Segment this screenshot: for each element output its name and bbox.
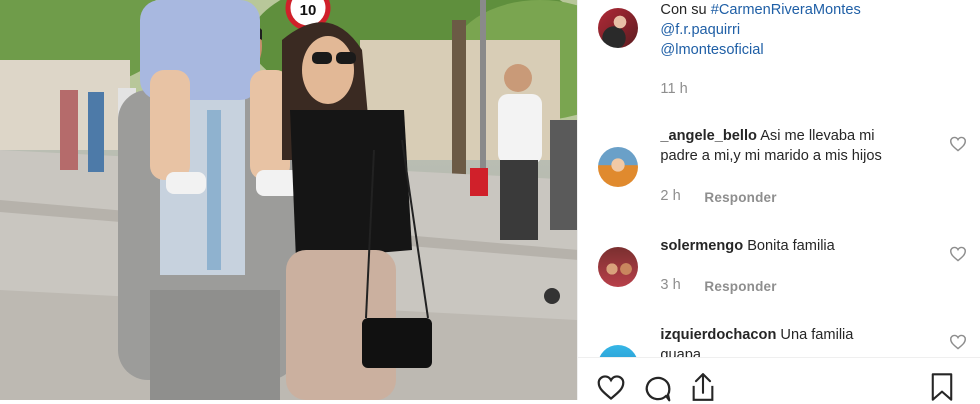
action-bar [578,357,980,403]
caption-text: Con su [660,2,711,18]
comment-text-line2: padre a mi,y mi marido a mis hijos [660,148,882,164]
post-caption: Con su #CarmenRiveraMontes @f.r.paquirri… [660,0,860,60]
comment: izquierdochacon Una familia guapa [660,325,950,357]
reply-button[interactable]: Responder [704,190,776,205]
share-icon[interactable] [689,371,717,403]
street-scene: 10 [0,0,578,400]
comments-list[interactable]: Con su #CarmenRiveraMontes @f.r.paquirri… [578,0,980,357]
commenter-avatar[interactable] [598,247,639,287]
comment-username[interactable]: izquierdochacon [660,327,776,343]
reply-button[interactable]: Responder [704,279,776,294]
heart-icon[interactable] [596,374,626,401]
author-avatar[interactable] [598,8,639,48]
post-photo[interactable]: 10 [0,0,578,400]
comment-text: Asi me llevaba mi [760,128,875,144]
comment-username[interactable]: _angele_bello [660,128,757,144]
comment-timestamp[interactable]: 2 h [660,188,680,204]
comment-timestamp[interactable]: 3 h [660,277,680,293]
heart-outline-icon[interactable] [949,246,967,262]
instagram-post: 10 Con su #CarmenRiveraMontes @f.r.paqui… [0,0,980,403]
comment-username[interactable]: solermengo [660,238,743,254]
caption-timestamp[interactable]: 11 h [660,81,687,97]
heart-outline-icon[interactable] [949,136,967,152]
hashtag-link[interactable]: #CarmenRiveraMontes [711,2,861,18]
comment-text-line2: guapa [660,347,701,357]
comment: solermengo Bonita familia [660,236,950,256]
mention-link[interactable]: @lmontesoficial [660,40,860,60]
comment: _angele_bello Asi me llevaba mi padre a … [660,126,950,166]
comment-text: Una familia [780,327,854,343]
comment-text: Bonita familia [747,238,835,254]
mention-link[interactable]: @f.r.paquirri [660,20,860,40]
commenter-avatar[interactable] [598,147,639,187]
commenter-avatar[interactable] [598,345,639,357]
bookmark-icon[interactable] [930,372,954,402]
heart-outline-icon[interactable] [949,334,967,350]
comments-panel: Con su #CarmenRiveraMontes @f.r.paquirri… [577,0,980,403]
svg-text:10: 10 [300,2,317,19]
